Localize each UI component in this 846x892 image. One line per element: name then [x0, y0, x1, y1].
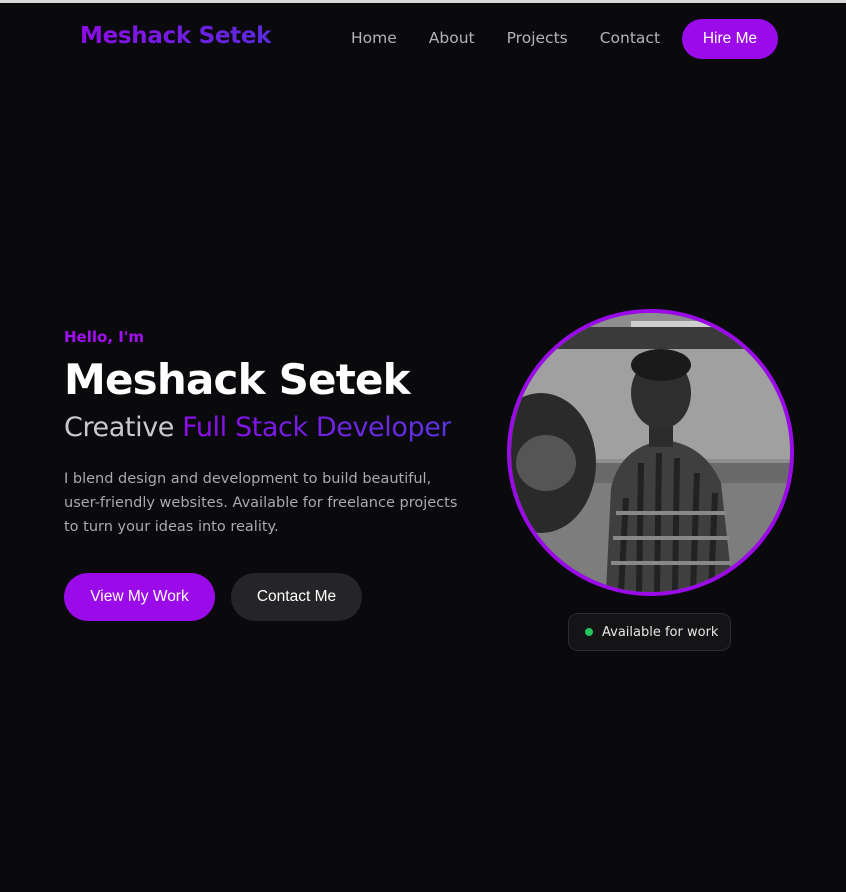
hero-name: Meshack Setek — [64, 355, 411, 404]
site-logo[interactable]: Meshack Setek — [80, 23, 271, 49]
hero-section: Hello, I'm Meshack Setek Creative Full S… — [64, 328, 484, 621]
hero-intro: I blend design and development to build … — [64, 471, 458, 535]
nav-projects[interactable]: Projects — [507, 29, 568, 47]
site-header: Meshack Setek Home About Projects Contac… — [0, 3, 846, 75]
main-nav: Home About Projects Contact — [351, 29, 692, 47]
availability-text: Available for work — [602, 624, 719, 640]
hire-me-button[interactable]: Hire Me — [682, 19, 778, 59]
hero-role: Creative Full Stack Developer — [64, 412, 484, 443]
contact-me-button[interactable]: Contact Me — [231, 573, 362, 621]
nav-home[interactable]: Home — [351, 29, 397, 47]
view-my-work-button[interactable]: View My Work — [64, 573, 215, 621]
role-prefix: Creative — [64, 412, 174, 443]
nav-about[interactable]: About — [429, 29, 475, 47]
profile-photo-illustration — [511, 313, 790, 592]
availability-badge: Available for work — [568, 613, 731, 651]
hero-greeting: Hello, I'm — [64, 328, 145, 346]
status-dot-icon — [585, 628, 593, 636]
hero-actions: View My Work Contact Me — [64, 573, 484, 621]
role-accent: Full Stack Developer — [182, 412, 452, 443]
profile-photo — [507, 309, 794, 596]
nav-contact[interactable]: Contact — [600, 29, 660, 47]
